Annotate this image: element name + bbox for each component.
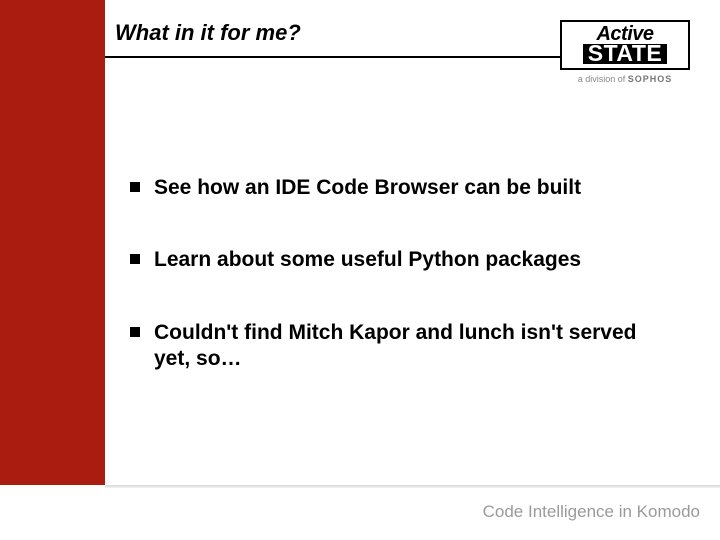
bullet-icon [130,254,140,264]
footer-text: Code Intelligence in Komodo [483,502,700,522]
title-underline [105,56,560,58]
list-item: Learn about some useful Python packages [130,247,665,273]
activestate-logo: Active STATE [560,20,690,70]
slide-title: What in it for me? [115,20,520,46]
logo-area: Active STATE a division of SOPHOS [560,20,690,84]
logo-line2: STATE [583,44,667,65]
bullet-text: See how an IDE Code Browser can be built [154,175,581,201]
logo-subline-prefix: a division of [578,74,628,84]
footer-separator [105,485,720,488]
title-area: What in it for me? [115,20,520,46]
bullet-text: Couldn't find Mitch Kapor and lunch isn'… [154,320,665,373]
bullet-text: Learn about some useful Python packages [154,247,581,273]
slide: What in it for me? Active STATE a divisi… [0,0,720,540]
bullet-icon [130,327,140,337]
sidebar-accent [0,0,105,485]
logo-subline-brand: SOPHOS [628,74,673,84]
list-item: Couldn't find Mitch Kapor and lunch isn'… [130,320,665,373]
list-item: See how an IDE Code Browser can be built [130,175,665,201]
logo-subline: a division of SOPHOS [560,74,690,84]
content-area: See how an IDE Code Browser can be built… [130,175,665,418]
bullet-icon [130,182,140,192]
